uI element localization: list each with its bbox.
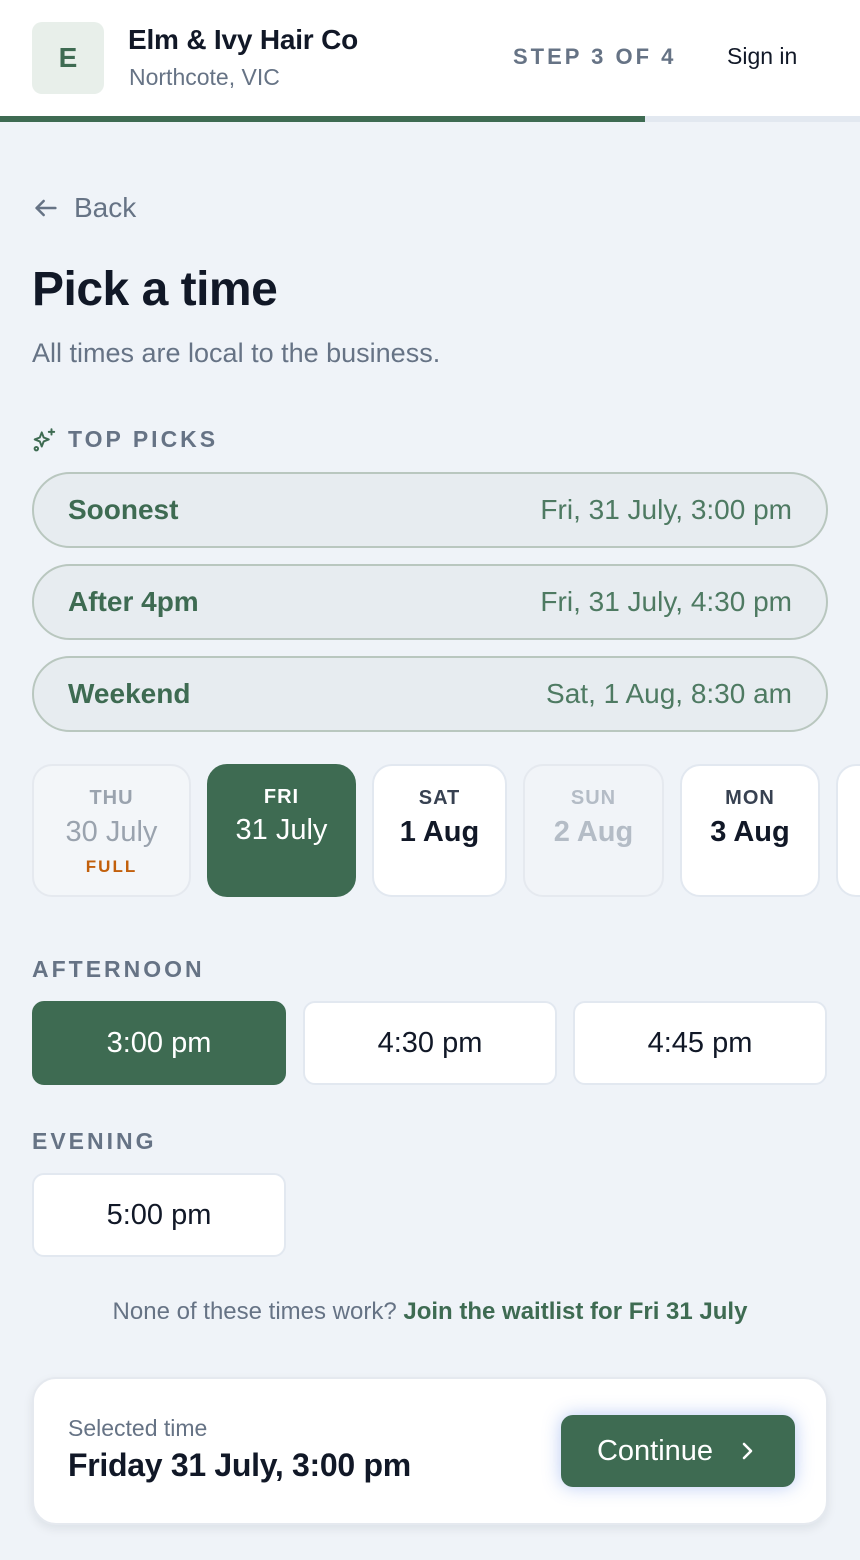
- day-date: 31 July: [235, 814, 328, 846]
- waitlist-prompt: None of these times work? Join the waitl…: [0, 1298, 860, 1326]
- arrow-left-icon: [35, 199, 57, 217]
- day-of-week: THU: [89, 787, 134, 809]
- continue-label: Continue: [596, 1434, 714, 1467]
- top-pick-name: Weekend: [68, 678, 191, 709]
- business-location: Northcote, VIC: [129, 64, 280, 90]
- day-sat-1-aug[interactable]: SAT 1 Aug: [372, 764, 507, 897]
- day-of-week: SUN: [570, 787, 617, 809]
- selected-time-label: Selected time: [68, 1415, 208, 1441]
- selected-time-value: Friday 31 July, 3:00 pm: [68, 1447, 411, 1483]
- top-picks-label: TOP PICKS: [68, 426, 219, 452]
- top-pick-time: Fri, 31 July, 3:00 pm: [540, 494, 792, 525]
- day-mon-3-aug[interactable]: MON 3 Aug: [680, 764, 820, 897]
- time-slot-4-45-pm[interactable]: 4:45 pm: [573, 1001, 827, 1085]
- top-pick-time: Fri, 31 July, 4:30 pm: [540, 586, 792, 617]
- time-slot-3-00-pm[interactable]: 3:00 pm: [32, 1001, 286, 1085]
- chevron-right-icon: [742, 1442, 753, 1460]
- day-next-partial[interactable]: [836, 764, 860, 897]
- day-of-week: SAT: [418, 787, 461, 809]
- top-pick-name: After 4pm: [68, 586, 199, 617]
- top-pick-weekend[interactable]: Weekend Sat, 1 Aug, 8:30 am: [32, 656, 828, 732]
- day-date: 3 Aug: [710, 816, 790, 848]
- back-button[interactable]: Back: [32, 190, 136, 226]
- business-name: Elm & Ivy Hair Co: [128, 24, 359, 55]
- time-slot-4-30-pm[interactable]: 4:30 pm: [303, 1001, 557, 1085]
- continue-button[interactable]: Continue: [561, 1415, 795, 1487]
- day-of-week: FRI: [263, 786, 300, 808]
- top-pick-time: Sat, 1 Aug, 8:30 am: [546, 678, 792, 709]
- sign-in-link[interactable]: Sign in: [727, 43, 797, 70]
- day-date: 30 July: [65, 816, 158, 848]
- evening-heading: EVENING: [32, 1128, 157, 1154]
- time-slot-5-00-pm[interactable]: 5:00 pm: [32, 1173, 286, 1257]
- top-pick-after-4pm[interactable]: After 4pm Fri, 31 July, 4:30 pm: [32, 564, 828, 640]
- page-title: Pick a time: [32, 263, 278, 316]
- top-pick-soonest[interactable]: Soonest Fri, 31 July, 3:00 pm: [32, 472, 828, 548]
- day-date: 2 Aug: [553, 816, 634, 848]
- day-sun-2-aug: SUN 2 Aug: [523, 764, 664, 897]
- page-subtitle: All times are local to the business.: [32, 338, 441, 368]
- sparkles-icon: [33, 427, 56, 451]
- business-logo: E: [32, 22, 104, 94]
- back-label: Back: [74, 192, 137, 223]
- day-fri-31-july[interactable]: FRI 31 July: [207, 764, 356, 897]
- day-thu-30-july: THU 30 July FULL: [32, 764, 191, 897]
- selection-summary-card: Selected time Friday 31 July, 3:00 pm Co…: [32, 1377, 828, 1525]
- waitlist-link[interactable]: Join the waitlist for Fri 31 July: [403, 1298, 747, 1325]
- day-of-week: MON: [725, 787, 775, 809]
- waitlist-text: None of these times work?: [112, 1298, 397, 1325]
- afternoon-heading: AFTERNOON: [32, 956, 205, 982]
- progress-bar: [0, 116, 860, 122]
- top-pick-name: Soonest: [68, 494, 179, 525]
- progress-bar-fill: [0, 116, 645, 122]
- day-date: 1 Aug: [399, 816, 480, 848]
- app-header: E Elm & Ivy Hair Co Northcote, VIC STEP …: [0, 0, 860, 116]
- full-badge: FULL: [85, 857, 138, 876]
- step-indicator: STEP 3 OF 4: [513, 44, 677, 69]
- top-picks-heading: TOP PICKS: [32, 426, 218, 453]
